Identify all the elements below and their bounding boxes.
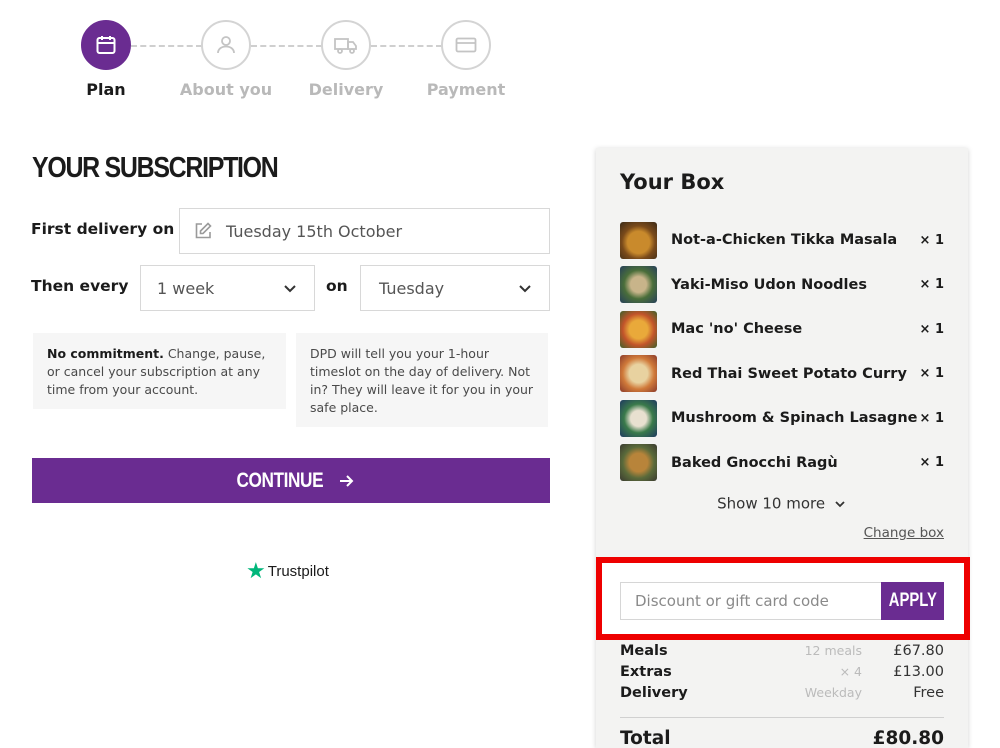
chevron-down-icon xyxy=(519,285,531,293)
box-item[interactable]: Yaki-Miso Udon Noodles × 1 xyxy=(620,263,944,308)
no-commitment-heading: No commitment. xyxy=(47,346,164,361)
meal-thumbnail xyxy=(620,355,657,393)
your-box-panel: Your Box Not-a-Chicken Tikka Masala × 1 … xyxy=(596,148,968,748)
summary-row-extras: Extras × 4 £13.00 xyxy=(620,661,944,682)
meal-name: Red Thai Sweet Potato Curry xyxy=(671,365,907,382)
step-circle xyxy=(201,20,251,70)
calendar-icon xyxy=(96,36,116,54)
meal-thumbnail xyxy=(620,444,657,482)
meal-quantity: × 1 xyxy=(919,455,944,471)
delivery-day-select[interactable]: Tuesday xyxy=(360,265,550,311)
box-item[interactable]: Red Thai Sweet Potato Curry × 1 xyxy=(620,352,944,397)
meal-name: Baked Gnocchi Ragù xyxy=(671,454,838,471)
summary-divider xyxy=(620,717,944,718)
trustpilot-label: Trustpilot xyxy=(267,562,329,580)
change-box-link[interactable]: Change box xyxy=(864,525,944,541)
apply-label: APPLY xyxy=(888,590,937,611)
summary-label: Meals xyxy=(620,642,668,659)
first-delivery-date-field[interactable]: Tuesday 15th October xyxy=(179,208,550,254)
truck-icon xyxy=(334,38,357,54)
subscription-title: YOUR SUBSCRIPTION xyxy=(32,152,279,184)
box-item-list: Not-a-Chicken Tikka Masala × 1 Yaki-Miso… xyxy=(620,218,944,485)
step-circle xyxy=(441,20,491,70)
meal-quantity: × 1 xyxy=(919,277,944,293)
box-item[interactable]: Mushroom & Spinach Lasagne × 1 xyxy=(620,396,944,441)
step-label: Plan xyxy=(86,80,126,99)
apply-button[interactable]: APPLY xyxy=(881,582,944,620)
meal-thumbnail xyxy=(620,221,657,259)
show-more-label: Show 10 more xyxy=(717,494,826,513)
summary-value: Free xyxy=(913,684,944,701)
total-row: Total £80.80 xyxy=(620,728,944,748)
summary-meta: × 4 xyxy=(839,664,862,679)
continue-label: CONTINUE xyxy=(236,468,324,492)
meal-quantity: × 1 xyxy=(919,232,944,248)
summary-row-delivery: Delivery Weekday Free xyxy=(620,682,944,703)
box-title: Your Box xyxy=(620,170,725,194)
summary-meta: Weekday xyxy=(804,685,862,700)
discount-placeholder: Discount or gift card code xyxy=(635,592,829,610)
first-delivery-value: Tuesday 15th October xyxy=(226,221,403,241)
trustpilot-widget[interactable]: ★ Trustpilot xyxy=(246,560,329,582)
chevron-down-icon xyxy=(284,285,296,293)
frequency-value: 1 week xyxy=(157,278,215,298)
summary-label: Delivery xyxy=(620,684,688,701)
summary-label: Extras xyxy=(620,663,672,680)
box-item[interactable]: Mac 'no' Cheese × 1 xyxy=(620,307,944,352)
step-label: Payment xyxy=(426,80,506,99)
continue-button[interactable]: CONTINUE xyxy=(32,458,550,503)
summary-meta: 12 meals xyxy=(804,643,862,658)
step-label: Delivery xyxy=(308,80,384,99)
show-more-button[interactable]: Show 10 more xyxy=(596,494,968,513)
step-payment[interactable]: Payment xyxy=(406,20,526,99)
summary-row-meals: Meals 12 meals £67.80 xyxy=(620,640,944,661)
meal-name: Not-a-Chicken Tikka Masala xyxy=(671,232,898,249)
box-item[interactable]: Baked Gnocchi Ragù × 1 xyxy=(620,441,944,486)
meal-thumbnail xyxy=(620,399,657,437)
meal-quantity: × 1 xyxy=(919,410,944,426)
chevron-down-icon xyxy=(835,500,845,507)
meal-name: Mac 'no' Cheese xyxy=(671,321,803,338)
checkout-stepper: Plan About you Delivery Payment xyxy=(0,0,560,110)
meal-quantity: × 1 xyxy=(919,321,944,337)
step-delivery[interactable]: Delivery xyxy=(286,20,406,99)
summary-value: £67.80 xyxy=(893,642,944,659)
step-circle xyxy=(321,20,371,70)
star-icon: ★ xyxy=(246,558,266,583)
meal-name: Yaki-Miso Udon Noodles xyxy=(671,276,867,293)
meal-quantity: × 1 xyxy=(919,366,944,382)
user-icon xyxy=(217,36,235,54)
order-summary: Meals 12 meals £67.80 Extras × 4 £13.00 … xyxy=(620,640,944,748)
step-plan[interactable]: Plan xyxy=(46,20,166,99)
then-every-label: Then every xyxy=(31,277,129,295)
discount-section: Discount or gift card code APPLY xyxy=(596,557,968,639)
card-icon xyxy=(455,37,477,53)
discount-code-input[interactable]: Discount or gift card code xyxy=(620,582,882,620)
box-item[interactable]: Not-a-Chicken Tikka Masala × 1 xyxy=(620,218,944,263)
step-about-you[interactable]: About you xyxy=(166,20,286,99)
total-label: Total xyxy=(620,728,671,748)
meal-thumbnail xyxy=(620,310,657,348)
arrow-right-icon xyxy=(339,474,354,487)
frequency-select[interactable]: 1 week xyxy=(140,265,315,311)
no-commitment-info: No commitment. Change, pause, or cancel … xyxy=(33,333,286,409)
dpd-info-text: DPD will tell you your 1-hour timeslot o… xyxy=(310,346,534,415)
edit-icon xyxy=(192,220,214,242)
summary-value: £13.00 xyxy=(893,663,944,680)
dpd-info: DPD will tell you your 1-hour timeslot o… xyxy=(296,333,548,427)
meal-thumbnail xyxy=(620,266,657,304)
total-value: £80.80 xyxy=(872,728,944,748)
step-label: About you xyxy=(179,80,273,99)
meal-name: Mushroom & Spinach Lasagne xyxy=(671,410,918,427)
delivery-day-value: Tuesday xyxy=(379,278,445,298)
first-delivery-label: First delivery on xyxy=(31,220,175,238)
on-label: on xyxy=(326,277,348,295)
step-circle xyxy=(81,20,131,70)
